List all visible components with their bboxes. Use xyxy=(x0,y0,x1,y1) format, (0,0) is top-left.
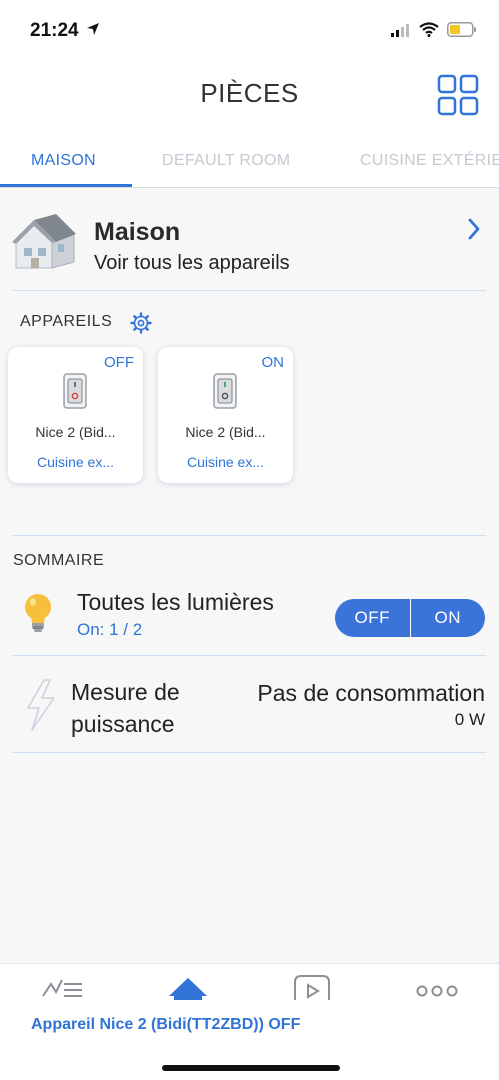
device-status-banner: Appareil Nice 2 (Bidi(TT2ZBD)) OFF xyxy=(31,1016,301,1033)
device-room: Cuisine ex... xyxy=(36,454,115,470)
divider xyxy=(12,535,486,536)
lights-off-button[interactable]: OFF xyxy=(335,599,410,637)
lights-toggle: OFF ON xyxy=(335,599,485,637)
tab-cuisine-exterieure[interactable]: CUISINE EXTÉRIE xyxy=(360,152,499,170)
device-name: Nice 2 (Bid... xyxy=(185,424,266,440)
house-icon xyxy=(12,214,76,269)
room-card[interactable]: Maison Voir tous les appareils xyxy=(0,190,499,290)
navigation-bar: PIÈCES xyxy=(0,60,499,130)
status-bar: 21:24 xyxy=(0,0,499,60)
room-subtitle: Voir tous les appareils xyxy=(94,252,290,274)
switch-on-icon xyxy=(213,373,237,409)
device-room: Cuisine ex... xyxy=(186,454,265,470)
divider xyxy=(12,290,486,291)
home-icon[interactable] xyxy=(168,974,208,1000)
status-time: 21:24 xyxy=(30,20,79,41)
device-card[interactable]: OFF Nice 2 (Bid... Cuisine ex... xyxy=(8,347,143,483)
light-bulb-icon xyxy=(25,594,51,632)
status-indicators xyxy=(391,22,477,37)
home-indicator xyxy=(162,1065,340,1071)
scenes-icon[interactable] xyxy=(42,974,84,998)
active-tab-indicator xyxy=(0,184,132,187)
lights-on-count: On: 1 / 2 xyxy=(77,620,143,639)
gear-icon[interactable] xyxy=(130,312,152,334)
all-lights-label: Toutes les lumières xyxy=(77,589,274,615)
divider xyxy=(12,655,486,656)
switch-off-icon xyxy=(63,373,87,409)
bottom-tab-bar: Appareil Nice 2 (Bidi(TT2ZBD)) OFF xyxy=(0,963,499,1080)
lightning-bolt-icon xyxy=(27,679,55,731)
cellular-signal-icon xyxy=(391,23,409,37)
lights-on-button[interactable]: ON xyxy=(411,599,486,637)
wifi-icon xyxy=(419,22,439,37)
power-label: Mesure de puissance xyxy=(71,676,180,740)
device-card[interactable]: ON Nice 2 (Bid... Cuisine ex... xyxy=(158,347,293,483)
power-watts: 0 W xyxy=(454,710,485,729)
tab-maison[interactable]: MAISON xyxy=(31,152,96,170)
tab-default-room[interactable]: DEFAULT ROOM xyxy=(162,152,290,170)
room-tabs: MAISON DEFAULT ROOM CUISINE EXTÉRIE xyxy=(0,130,499,188)
device-state: OFF xyxy=(104,354,134,371)
grid-view-icon[interactable] xyxy=(437,74,479,116)
summary-section-title: SOMMAIRE xyxy=(13,552,105,569)
chevron-right-icon[interactable] xyxy=(467,218,481,240)
media-play-icon[interactable] xyxy=(293,974,331,1000)
page-title: PIÈCES xyxy=(200,78,299,108)
device-name: Nice 2 (Bid... xyxy=(35,424,116,440)
divider xyxy=(12,752,486,753)
location-arrow-icon xyxy=(87,23,99,35)
power-consumption-value: Pas de consommation xyxy=(257,680,485,706)
battery-icon xyxy=(447,22,476,37)
power-label-line2: puissance xyxy=(71,711,175,737)
devices-section-title: APPAREILS xyxy=(20,313,113,330)
device-state: ON xyxy=(261,354,285,371)
room-name: Maison xyxy=(94,218,181,246)
more-icon[interactable] xyxy=(416,984,458,998)
power-label-line1: Mesure de xyxy=(71,679,180,705)
